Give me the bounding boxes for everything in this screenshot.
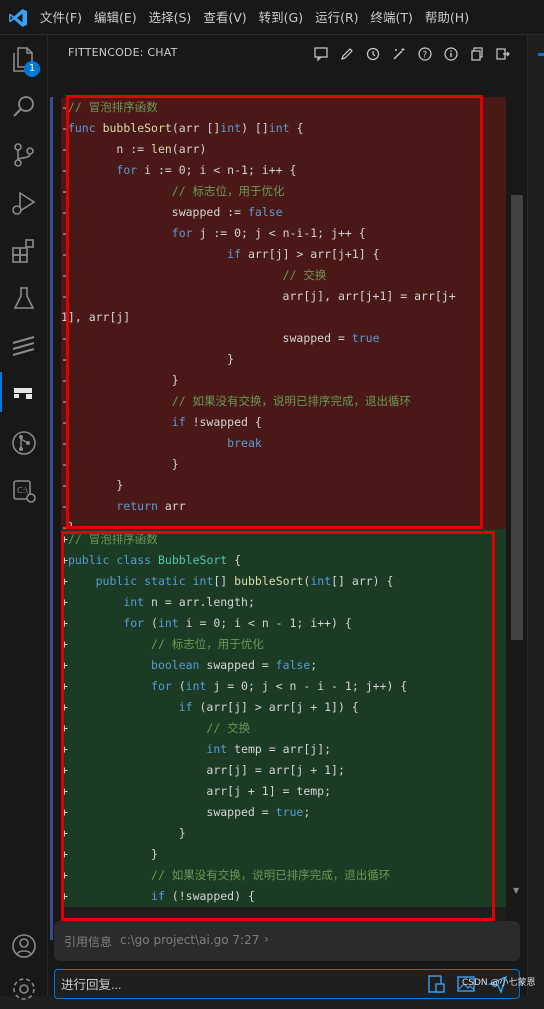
info-icon[interactable] <box>440 43 462 65</box>
code-line: - // 交换 <box>61 265 506 286</box>
menu-item[interactable]: 运行(R) <box>309 0 364 35</box>
fittencode-icon[interactable] <box>8 376 40 408</box>
citation-path: c:\go project\ai.go 7:27 <box>120 933 260 947</box>
active-indicator <box>0 372 2 412</box>
code-line: + arr[j] = arr[j + 1]; <box>61 760 506 781</box>
code-line: +public class BubbleSort { <box>61 550 506 571</box>
code-line: 1], arr[j] <box>61 307 506 328</box>
chat-icon[interactable] <box>310 43 332 65</box>
citation-label: 引用信息 <box>64 935 113 949</box>
code-line: + int n = arr.length; <box>61 592 506 613</box>
code-line: +// 冒泡排序函数 <box>61 529 506 550</box>
code-line: - break <box>61 433 506 454</box>
panel-actions: ? <box>310 43 514 65</box>
search-icon[interactable] <box>8 91 40 123</box>
code-line: - n := len(arr) <box>61 139 506 160</box>
message-quote-bar <box>50 97 53 940</box>
code-line: -// 冒泡排序函数 <box>61 97 506 118</box>
magic-icon[interactable] <box>388 43 410 65</box>
code-line: + int temp = arr[j]; <box>61 739 506 760</box>
source-control-icon[interactable] <box>8 139 40 171</box>
code-line: + if (arr[j] > arr[j + 1]) { <box>61 697 506 718</box>
scroll-down-icon[interactable]: ▼ <box>513 886 519 895</box>
code-line: + arr[j + 1] = temp; <box>61 781 506 802</box>
code-line: + } <box>61 823 506 844</box>
panel-title: FITTENCODE: CHAT <box>68 46 178 59</box>
code-line: - // 标志位，用于优化 <box>61 181 506 202</box>
menu-item[interactable]: 终端(T) <box>365 0 419 35</box>
code-line: + // 交换 <box>61 718 506 739</box>
exit-icon[interactable] <box>492 43 514 65</box>
code-line: + swapped = true; <box>61 802 506 823</box>
menu-item[interactable]: 查看(V) <box>197 0 252 35</box>
git-graph-icon[interactable] <box>8 427 40 459</box>
editor-tab-indicator <box>538 53 544 56</box>
menu-item[interactable]: 文件(F) <box>34 0 88 35</box>
edit-icon[interactable] <box>336 43 358 65</box>
code-line: - // 如果没有交换，说明已排序完成，退出循环 <box>61 391 506 412</box>
lines-icon[interactable] <box>8 331 40 363</box>
code-line: - return arr <box>61 496 506 517</box>
menu-item[interactable]: 转到(G) <box>253 0 309 35</box>
account-icon[interactable] <box>8 930 40 962</box>
scrollbar-thumb[interactable] <box>511 195 523 640</box>
watermark: CSDN @小七蒙恩 <box>462 978 536 988</box>
svg-text:?: ? <box>423 51 428 61</box>
code-line: - arr[j], arr[j+1] = arr[j+ <box>61 286 506 307</box>
code-line: + for (int j = 0; j < n - i - 1; j++) { <box>61 676 506 697</box>
remote-icon[interactable]: C:\ <box>8 475 40 507</box>
svg-text:C:\: C:\ <box>17 486 28 495</box>
code-line: + // 标志位，用于优化 <box>61 634 506 655</box>
reply-box <box>54 969 520 999</box>
code-line: + } <box>61 844 506 865</box>
chevron-right-icon: › <box>264 932 269 946</box>
code-line: + if (!swapped) { <box>61 886 506 907</box>
extensions-icon[interactable] <box>8 235 40 267</box>
code-line: - for i := 0; i < n-1; i++ { <box>61 160 506 181</box>
code-line: - } <box>61 349 506 370</box>
testing-icon[interactable] <box>8 283 40 315</box>
code-line: - swapped := false <box>61 202 506 223</box>
code-line: - if !swapped { <box>61 412 506 433</box>
menu-item[interactable]: 帮助(H) <box>419 0 475 35</box>
title-bar: 文件(F) 编辑(E) 选择(S) 查看(V) 转到(G) 运行(R) 终端(T) 帮助(H) <box>0 0 544 35</box>
manage-icon[interactable] <box>8 973 40 1005</box>
run-debug-icon[interactable] <box>8 187 40 219</box>
explorer-badge: 1 <box>24 61 40 77</box>
insert-file-icon[interactable] <box>425 973 447 995</box>
chat-messages[interactable]: -// 冒泡排序函数 -func bubbleSort(arr []int) []… <box>48 75 527 940</box>
citation-bar[interactable]: 引用信息 c:\go project\ai.go 7:27 › <box>54 921 520 961</box>
reply-input[interactable] <box>59 972 413 998</box>
code-line: -func bubbleSort(arr []int) []int { <box>61 118 506 139</box>
diff-code-block[interactable]: -// 冒泡排序函数 -func bubbleSort(arr []int) []… <box>61 97 506 937</box>
code-line: - } <box>61 454 506 475</box>
code-line: + // 如果没有交换，说明已排序完成，退出循环 <box>61 865 506 886</box>
activity-bar: 1 C:\ <box>0 35 48 1000</box>
code-line: - } <box>61 370 506 391</box>
help-icon[interactable]: ? <box>414 43 436 65</box>
menu-item[interactable]: 选择(S) <box>143 0 198 35</box>
code-line: + public static int[] bubbleSort(int[] a… <box>61 571 506 592</box>
vscode-logo-icon <box>8 8 28 28</box>
menu-item[interactable]: 编辑(E) <box>88 0 143 35</box>
chat-panel: FITTENCODE: CHAT ? -// 冒泡排序函数 -func bubbl… <box>48 35 527 999</box>
menu-bar: 文件(F) 编辑(E) 选择(S) 查看(V) 转到(G) 运行(R) 终端(T) 帮助(H) <box>34 0 475 35</box>
code-line: - swapped = true <box>61 328 506 349</box>
history-icon[interactable] <box>362 43 384 65</box>
copy-icon[interactable] <box>466 43 488 65</box>
code-line: - for j := 0; j < n-i-1; j++ { <box>61 223 506 244</box>
editor-edge <box>527 35 544 996</box>
code-line: - if arr[j] > arr[j+1] { <box>61 244 506 265</box>
code-line: + boolean swapped = false; <box>61 655 506 676</box>
code-line: + for (int i = 0; i < n - 1; i++) { <box>61 613 506 634</box>
code-line: - } <box>61 475 506 496</box>
panel-header: FITTENCODE: CHAT ? <box>48 35 527 71</box>
